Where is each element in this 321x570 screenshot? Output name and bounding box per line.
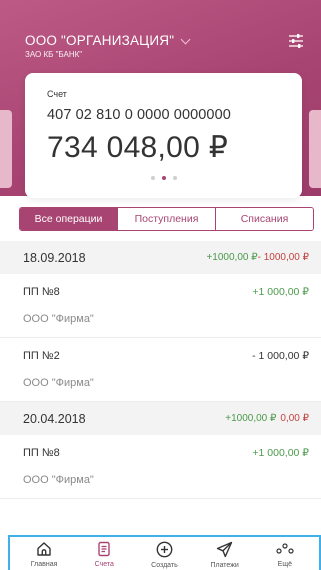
carousel-indicator xyxy=(25,176,302,180)
group-income: +1000,00 ₽ xyxy=(225,413,277,424)
organization-name: ООО "ОРГАНИЗАЦИЯ" xyxy=(25,33,175,48)
filter-button[interactable] xyxy=(285,30,307,52)
operation-amount: +1 000,00 ₽ xyxy=(252,286,309,298)
previous-account-card[interactable] xyxy=(0,110,12,188)
nav-item-home[interactable]: Главная xyxy=(16,537,72,570)
bottom-navigation: Главная Счета Создать Платежи Ещё xyxy=(8,535,321,570)
group-totals: +1000,00 ₽0,00 ₽ xyxy=(225,413,309,424)
home-icon xyxy=(37,542,51,556)
more-dots-icon xyxy=(276,543,294,554)
account-label: Счет xyxy=(47,89,67,99)
tab-all-operations[interactable]: Все операции xyxy=(20,208,117,230)
bank-name: ЗАО КБ "БАНК" xyxy=(25,50,83,59)
operation-title: ПП №8 xyxy=(23,286,60,298)
document-icon xyxy=(98,541,110,557)
group-date: 20.04.2018 xyxy=(23,411,86,426)
operation-counterparty: ООО "Фирма" xyxy=(23,474,94,486)
account-card[interactable]: Счет 407 02 810 0 0000 0000000 734 048,0… xyxy=(25,73,302,198)
operation-amount: - 1 000,00 ₽ xyxy=(252,350,309,362)
send-icon xyxy=(216,541,233,558)
sliders-icon xyxy=(289,34,303,48)
nav-label: Создать xyxy=(151,562,178,569)
nav-item-create[interactable]: Создать xyxy=(136,537,192,570)
operations-list: 18.09.2018 +1000,00 ₽ - 1000,00 ₽ ПП №8 +1 0… xyxy=(0,241,321,499)
operation-title: ПП №2 xyxy=(23,350,60,362)
chevron-down-icon xyxy=(180,34,191,45)
account-number: 407 02 810 0 0000 0000000 xyxy=(47,107,231,123)
carousel-dot[interactable] xyxy=(172,176,177,180)
date-group-header: 18.09.2018 +1000,00 ₽ - 1000,00 ₽ xyxy=(0,241,321,274)
date-group-header: 20.04.2018 +1000,00 ₽0,00 ₽ xyxy=(0,402,321,435)
group-outcome: 0,00 ₽ xyxy=(280,413,309,424)
operation-item[interactable]: ПП №2 - 1 000,00 ₽ ООО "Фирма" xyxy=(0,338,321,402)
nav-label: Ещё xyxy=(277,561,292,568)
account-balance: 734 048,00 ₽ xyxy=(47,131,229,164)
operation-item[interactable]: ПП №8 +1 000,00 ₽ ООО "Фирма" xyxy=(0,274,321,338)
group-totals: +1000,00 ₽ - 1000,00 ₽ xyxy=(206,252,309,263)
operation-counterparty: ООО "Фирма" xyxy=(23,377,94,389)
operation-item[interactable]: ПП №8 +1 000,00 ₽ ООО "Фирма" xyxy=(0,435,321,499)
nav-label: Платежи xyxy=(210,562,239,569)
operation-title: ПП №8 xyxy=(23,447,60,459)
nav-label: Счета xyxy=(94,561,114,568)
carousel-dot[interactable] xyxy=(150,176,155,180)
group-outcome: - 1000,00 ₽ xyxy=(257,252,309,263)
tab-outgoing[interactable]: Списания xyxy=(215,208,313,230)
organization-selector[interactable]: ООО "ОРГАНИЗАЦИЯ" ЗАО КБ "БАНК" xyxy=(25,33,191,59)
nav-item-accounts[interactable]: Счета xyxy=(76,537,132,570)
group-income: +1000,00 ₽ xyxy=(206,252,258,263)
nav-label: Главная xyxy=(30,561,58,568)
carousel-dot[interactable] xyxy=(161,176,166,180)
tab-incoming[interactable]: Поступления xyxy=(117,208,215,230)
nav-item-more[interactable]: Ещё xyxy=(257,537,313,570)
operation-counterparty: ООО "Фирма" xyxy=(23,313,94,325)
plus-circle-icon xyxy=(156,541,173,558)
next-account-card[interactable] xyxy=(309,110,321,188)
nav-item-payments[interactable]: Платежи xyxy=(197,537,253,570)
group-date: 18.09.2018 xyxy=(23,250,86,265)
operation-amount: +1 000,00 ₽ xyxy=(252,447,309,459)
operations-tabs: Все операции Поступления Списания xyxy=(19,207,314,231)
